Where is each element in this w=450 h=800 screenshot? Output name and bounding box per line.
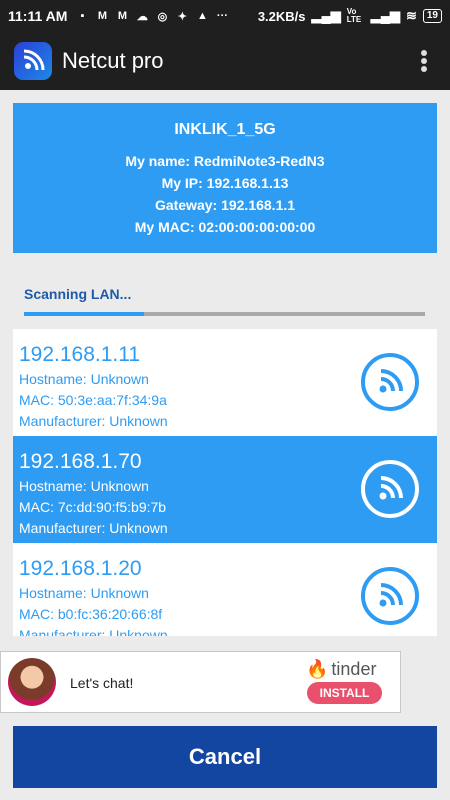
overflow-menu-icon[interactable]: [412, 46, 436, 76]
status-bar: 11:11 AM ▪ M M ☁ ◎ ✦ ▲ ··· 3.2KB/s ▂▄▆ V…: [0, 0, 450, 32]
volte-label: Vo LTE: [346, 7, 362, 24]
gmail-icon: M: [117, 10, 127, 22]
network-speed: 3.2KB/s: [257, 8, 306, 24]
drive-icon: ▲: [196, 10, 208, 22]
wifi-cut-icon[interactable]: [361, 353, 419, 411]
cancel-button[interactable]: Cancel: [13, 726, 437, 788]
wifi-status-icon: ≋: [405, 8, 417, 23]
signal-icon: ▂▄▆: [311, 8, 341, 23]
device-list[interactable]: 192.168.1.11 Hostname: Unknown MAC: 50:3…: [13, 329, 437, 636]
ad-avatar: [8, 658, 56, 706]
device-manufacturer: Manufacturer: Unknown: [19, 627, 168, 636]
wifi-cut-icon[interactable]: [361, 460, 419, 518]
list-item[interactable]: 192.168.1.70 Hostname: Unknown MAC: 7c:d…: [13, 436, 437, 543]
my-ip: My IP: 192.168.1.13: [161, 175, 289, 191]
more-dots-icon: ···: [216, 10, 228, 22]
netcut-logo-icon: [14, 42, 52, 80]
ad-text: Let's chat!: [70, 675, 134, 691]
device-mac: MAC: 7c:dd:90:f5:b9:7b: [19, 499, 167, 515]
wifi-cut-icon[interactable]: [361, 567, 419, 625]
scan-progress-bar: [24, 312, 425, 316]
scan-progress-fill: [24, 312, 145, 316]
ssid: INKLIK_1_5G: [174, 121, 276, 138]
gateway: Gateway: 192.168.1.1: [154, 197, 296, 213]
device-ip: 192.168.1.11: [19, 343, 141, 366]
signal-icon: ▂▄▆: [370, 8, 400, 23]
device-manufacturer: Manufacturer: Unknown: [19, 520, 168, 536]
ad-banner[interactable]: Let's chat! 🔥 tinder INSTALL: [0, 651, 401, 713]
list-item[interactable]: 192.168.1.20 Hostname: Unknown MAC: b0:f…: [13, 543, 437, 636]
app-bar: Netcut pro: [0, 32, 450, 90]
device-hostname: Hostname: Unknown: [19, 371, 149, 387]
device-ip: 192.168.1.20: [19, 557, 142, 580]
whatsapp-icon: ◎: [157, 10, 168, 23]
battery-icon: 19: [422, 9, 442, 23]
ad-brand: tinder: [331, 659, 377, 679]
tinder-logo: 🔥 tinder: [306, 659, 376, 680]
my-mac: My MAC: 02:00:00:00:00:00: [134, 219, 316, 235]
device-mac: MAC: 50:3e:aa:7f:34:9a: [19, 392, 167, 408]
cloud-icon: ☁: [136, 10, 148, 23]
device-manufacturer: Manufacturer: Unknown: [19, 413, 168, 429]
app-title: Netcut pro: [62, 48, 164, 73]
network-info-card: INKLIK_1_5G My name: RedmiNote3-RedN3 My…: [13, 103, 437, 253]
list-item[interactable]: 192.168.1.11 Hostname: Unknown MAC: 50:3…: [13, 329, 437, 436]
my-name: My name: RedmiNote3-RedN3: [125, 153, 325, 169]
chat-icon: ▪: [80, 10, 85, 22]
device-ip: 192.168.1.70: [19, 450, 142, 473]
device-hostname: Hostname: Unknown: [19, 585, 149, 601]
notification-icons: ▪ M M ☁ ◎ ✦ ▲ ···: [75, 10, 229, 23]
flame-icon: 🔥: [306, 659, 329, 679]
gmail-icon: M: [97, 10, 107, 22]
status-time: 11:11 AM: [8, 8, 68, 24]
twitter-icon: ✦: [177, 10, 188, 23]
install-button[interactable]: INSTALL: [307, 682, 382, 704]
device-mac: MAC: b0:fc:36:20:66:8f: [19, 606, 163, 622]
device-hostname: Hostname: Unknown: [19, 478, 149, 494]
scan-status: Scanning LAN...: [24, 286, 132, 302]
